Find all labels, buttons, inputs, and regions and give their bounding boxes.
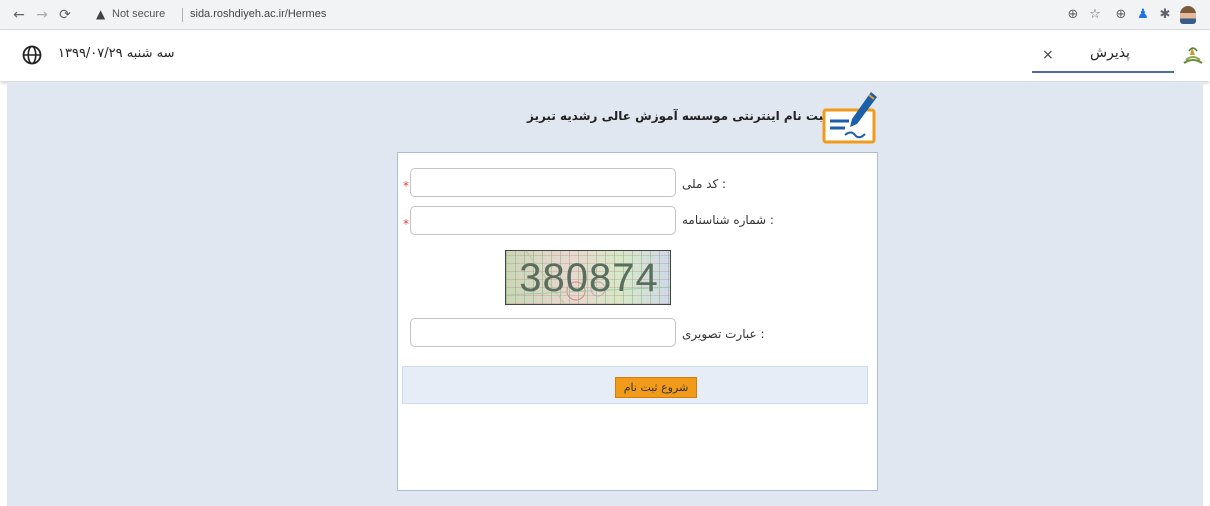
birth-certificate-input[interactable]: [410, 206, 676, 235]
captcha-label: عبارت تصویری :: [682, 327, 765, 341]
reload-icon[interactable]: ⟳: [56, 6, 74, 24]
language-globe-icon[interactable]: [22, 45, 42, 65]
current-date: سه شنبه ۱۳۹۹/۰۷/۲۹: [58, 46, 175, 61]
site-header: سه شنبه ۱۳۹۹/۰۷/۲۹ × پذیرش: [0, 31, 1210, 81]
registration-pen-icon: [822, 92, 877, 144]
page-title: ثبت نام اینترنتی موسسه آموزش عالی رشدیه …: [527, 109, 828, 123]
tab-admission[interactable]: پذیرش: [1090, 45, 1130, 61]
national-code-input[interactable]: [410, 168, 676, 197]
not-secure-label: Not secure: [112, 8, 166, 20]
extensions-puzzle-icon[interactable]: ✱: [1156, 6, 1174, 24]
bookmark-star-icon[interactable]: ☆: [1086, 6, 1104, 24]
start-registration-button[interactable]: شروع ثبت نام: [615, 377, 697, 398]
tab-close-icon[interactable]: ×: [1042, 47, 1054, 63]
address-separator: [182, 8, 183, 22]
profile-avatar[interactable]: [1180, 6, 1196, 24]
forward-icon[interactable]: →: [33, 6, 51, 24]
address-bar[interactable]: ▲ Not secure sida.roshdiyeh.ac.ir/Hermes: [88, 4, 1088, 26]
national-code-label: کد ملی :: [682, 177, 727, 191]
warning-icon: ▲: [96, 7, 106, 21]
required-marker: *: [403, 179, 409, 193]
browser-toolbar: ← → ⟳ ▲ Not secure sida.roshdiyeh.ac.ir/…: [0, 0, 1210, 30]
captcha-text: 380874: [519, 256, 659, 300]
zoom-icon[interactable]: ⊕: [1064, 6, 1082, 24]
captcha-image: 380874: [505, 250, 671, 305]
page-content: ثبت نام اینترنتی موسسه آموزش عالی رشدیه …: [7, 82, 1203, 506]
form-action-bar: شروع ثبت نام: [402, 366, 868, 404]
globe-extension-icon[interactable]: ⊕: [1112, 6, 1130, 24]
captcha-input[interactable]: [410, 318, 676, 347]
university-logo-icon: [1183, 47, 1203, 64]
back-icon[interactable]: ←: [10, 6, 28, 24]
required-marker: *: [403, 217, 409, 231]
birth-certificate-label: شماره شناسنامه :: [682, 213, 774, 227]
registration-form: کد ملی : * شماره شناسنامه : * 380874 عبا…: [397, 152, 878, 491]
url-text[interactable]: sida.roshdiyeh.ac.ir/Hermes: [190, 8, 326, 20]
active-tab-indicator: [1032, 71, 1174, 73]
account-extension-icon[interactable]: ♟: [1134, 6, 1152, 24]
